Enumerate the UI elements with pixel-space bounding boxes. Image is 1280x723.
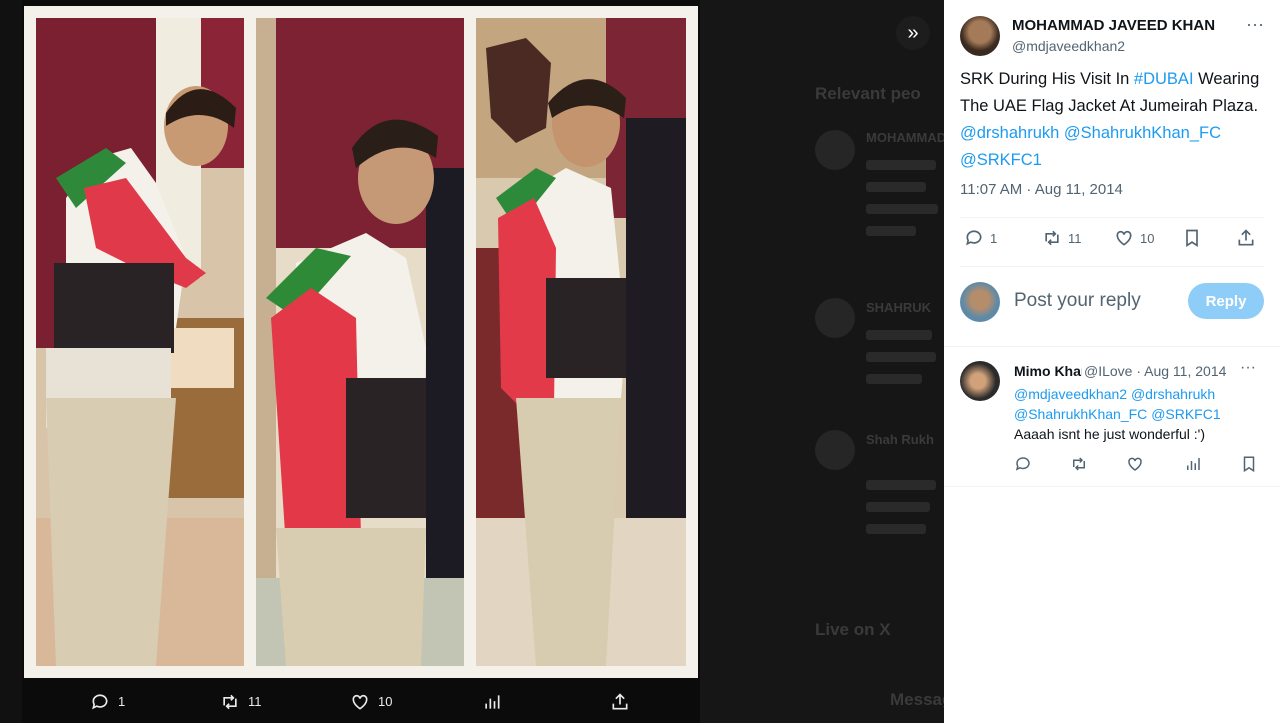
live-on-x-heading: Live on X xyxy=(815,620,891,639)
more-options-icon[interactable]: ··· xyxy=(1246,14,1264,35)
bg-line xyxy=(866,374,922,384)
relevant-people-heading: Relevant peo xyxy=(815,84,921,103)
media-viewer: ⌕ Relevant peo MOHAMMAD SHAHRUK Shah Ruk… xyxy=(0,0,944,723)
retweet-icon xyxy=(1045,230,1059,246)
share-icon xyxy=(612,692,628,709)
reply-text: @mdjaveedkhan2 @drshahrukh @ShahrukhKhan_… xyxy=(1014,384,1264,444)
share-button[interactable] xyxy=(1236,228,1256,248)
bg-line xyxy=(866,226,916,236)
media-retweet-count: 11 xyxy=(248,694,262,709)
media-like-button[interactable]: 10 xyxy=(350,680,392,723)
heart-icon xyxy=(1116,230,1132,246)
reply-submit-button[interactable]: Reply xyxy=(1188,283,1264,319)
tweet-detail-pane: MOHAMMAD JAVEED KHAN @mdjaveedkhan2 ··· … xyxy=(944,0,1280,723)
reply-count: 1 xyxy=(990,230,998,246)
mention-link[interactable]: @ShahrukhKhan_FC xyxy=(1064,124,1221,142)
media-reply-button[interactable]: 1 xyxy=(90,680,125,723)
bg-name: Shah Rukh xyxy=(866,432,934,447)
avatar[interactable] xyxy=(960,16,1000,56)
reply-action-bar xyxy=(1014,455,1264,475)
mention-link[interactable]: @ShahrukhKhan_FC xyxy=(1014,406,1147,422)
retweet-button[interactable] xyxy=(1070,455,1088,478)
collapse-sidebar-button[interactable]: » xyxy=(896,16,930,50)
bg-line xyxy=(866,204,938,214)
hashtag-link[interactable]: #DUBAI xyxy=(1134,70,1194,88)
analytics-icon xyxy=(1187,458,1200,470)
like-button[interactable]: 10 xyxy=(1114,228,1154,248)
reply-input[interactable]: Post your reply xyxy=(1014,290,1141,312)
tweet-text-part: SRK During His Visit In xyxy=(960,70,1134,88)
avatar[interactable] xyxy=(960,361,1000,401)
bg-avatar xyxy=(815,430,855,470)
background-left-strip xyxy=(0,0,22,723)
mention-link[interactable]: @SRKFC1 xyxy=(1151,406,1220,422)
media-views-button[interactable] xyxy=(482,680,502,723)
bg-line xyxy=(866,524,926,534)
avatar[interactable] xyxy=(960,282,1000,322)
bg-avatar xyxy=(815,298,855,338)
mention-link[interactable]: @drshahrukh xyxy=(1131,386,1215,402)
bg-name: MOHAMMAD xyxy=(866,130,944,145)
bg-line xyxy=(866,160,936,170)
bookmark-icon xyxy=(1186,229,1198,248)
divider xyxy=(960,217,1264,218)
reply-icon xyxy=(92,693,108,709)
tweet-photo[interactable] xyxy=(24,6,698,678)
reply-button[interactable] xyxy=(1014,455,1032,478)
media-share-button[interactable] xyxy=(610,680,630,723)
reply-composer: Post your reply Reply xyxy=(960,280,1264,324)
bookmark-icon xyxy=(1243,456,1255,473)
media-reply-count: 1 xyxy=(118,694,126,709)
retweet-button[interactable]: 11 xyxy=(1042,228,1082,248)
reply-author-meta: @ILove · Aug 11, 2014 xyxy=(1084,363,1227,379)
bg-line xyxy=(866,502,930,512)
heart-icon xyxy=(352,694,368,710)
analytics-icon xyxy=(485,694,500,709)
heart-icon xyxy=(1128,457,1142,471)
bg-name: SHAHRUK xyxy=(866,300,931,315)
more-options-icon[interactable]: ··· xyxy=(1240,359,1256,377)
mention-link[interactable]: @drshahrukh xyxy=(960,124,1059,142)
author-handle[interactable]: @mdjaveedkhan2 xyxy=(1012,38,1125,54)
photo-panel-left xyxy=(36,18,244,666)
mention-link[interactable]: @mdjaveedkhan2 xyxy=(1014,386,1127,402)
divider xyxy=(960,266,1264,267)
tweet-action-bar: 1 11 10 xyxy=(960,228,1264,254)
media-retweet-button[interactable]: 11 xyxy=(220,680,262,723)
divider xyxy=(944,346,1280,347)
like-button[interactable] xyxy=(1126,455,1144,478)
retweet-count: 11 xyxy=(1068,230,1082,246)
messages-drawer-label: Message xyxy=(890,690,944,709)
mention-link[interactable]: @SRKFC1 xyxy=(960,151,1042,169)
bg-line xyxy=(866,480,936,490)
reply-message: Aaaah isnt he just wonderful :') xyxy=(1014,426,1206,442)
author-name[interactable]: MOHAMMAD JAVEED KHAN xyxy=(1012,17,1215,34)
bg-line xyxy=(866,182,926,192)
tweet-text: SRK During His Visit In #DUBAI Wearing T… xyxy=(960,66,1260,174)
tweet-timestamp[interactable]: 11:07 AM · Aug 11, 2014 xyxy=(960,181,1123,198)
retweet-icon xyxy=(223,694,237,709)
bg-line xyxy=(866,352,936,362)
photo-panel-middle xyxy=(256,18,464,666)
like-count: 10 xyxy=(1140,230,1155,246)
reply-icon xyxy=(966,230,982,246)
retweet-icon xyxy=(1073,457,1085,471)
divider xyxy=(944,486,1280,487)
bookmark-button[interactable] xyxy=(1182,228,1202,248)
chevrons-right-icon: » xyxy=(907,21,919,44)
reply-author-name[interactable]: Mimo Khan xyxy=(1014,363,1082,379)
bg-line xyxy=(866,330,932,340)
bg-avatar xyxy=(815,130,855,170)
bookmark-button[interactable] xyxy=(1240,455,1258,478)
media-like-count: 10 xyxy=(378,694,393,709)
dimmed-sidebar: ⌕ Relevant peo MOHAMMAD SHAHRUK Shah Ruk… xyxy=(700,0,944,723)
reply-button[interactable]: 1 xyxy=(964,228,997,248)
photo-panel-right xyxy=(476,18,686,666)
reply-tweet[interactable]: Mimo Khan @ILove · Aug 11, 2014 ··· @mdj… xyxy=(960,359,1264,481)
tweet-author: MOHAMMAD JAVEED KHAN @mdjaveedkhan2 ··· xyxy=(960,14,1270,58)
share-icon xyxy=(1238,229,1254,246)
media-action-bar: 1 11 10 xyxy=(0,680,700,723)
views-button[interactable] xyxy=(1184,455,1202,478)
reply-icon xyxy=(1015,457,1030,471)
